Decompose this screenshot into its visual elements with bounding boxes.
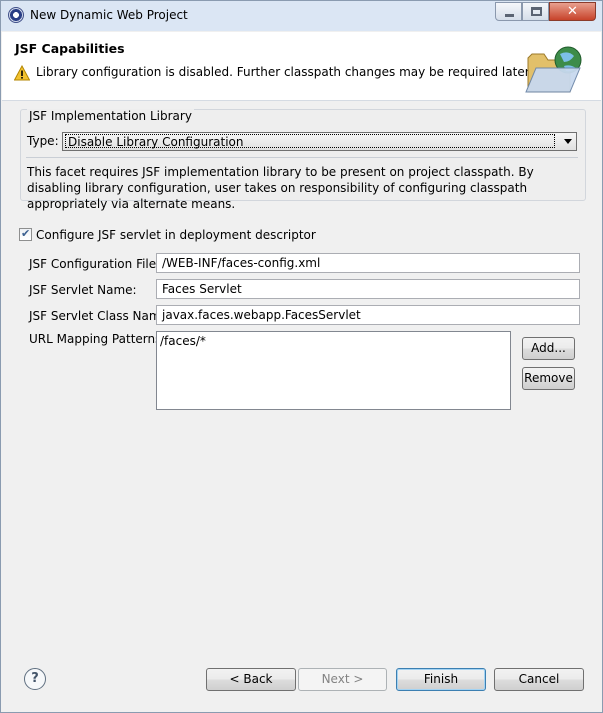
- add-pattern-button[interactable]: Add...: [522, 337, 575, 360]
- page-title: JSF Capabilities: [15, 41, 125, 56]
- close-icon: ✕: [567, 4, 578, 19]
- help-icon[interactable]: ?: [24, 668, 46, 690]
- folder-globe-icon: [525, 46, 582, 93]
- minimize-icon: [505, 14, 514, 17]
- group-separator: [26, 157, 578, 158]
- library-description: This facet requires JSF implementation l…: [27, 165, 534, 211]
- jsf-implementation-group-label: JSF Implementation Library: [27, 109, 194, 123]
- title-bar[interactable]: New Dynamic Web Project ✕: [1, 1, 602, 31]
- wizard-header: JSF Capabilities Library configuration i…: [2, 32, 601, 101]
- warning-icon: [14, 65, 30, 81]
- checkmark-icon: ✔: [21, 227, 31, 240]
- dialog-window: New Dynamic Web Project ✕ JSF Capabiliti…: [0, 0, 603, 713]
- remove-pattern-button[interactable]: Remove: [522, 367, 575, 390]
- configure-servlet-label[interactable]: Configure JSF servlet in deployment desc…: [36, 228, 316, 242]
- maximize-button[interactable]: [522, 2, 549, 21]
- servlet-name-field[interactable]: Faces Servlet: [156, 279, 580, 299]
- servlet-class-label: JSF Servlet Class Name:: [29, 309, 172, 323]
- maximize-icon: [531, 7, 542, 16]
- finish-button[interactable]: Finish: [396, 668, 486, 691]
- eclipse-app-icon: [8, 7, 24, 23]
- configure-servlet-checkbox[interactable]: ✔: [19, 227, 32, 241]
- library-type-value: Disable Library Configuration: [65, 134, 555, 149]
- config-file-label: JSF Configuration File:: [29, 257, 161, 271]
- close-button[interactable]: ✕: [549, 2, 596, 21]
- library-type-select[interactable]: Disable Library Configuration: [62, 132, 577, 151]
- servlet-name-label: JSF Servlet Name:: [29, 283, 137, 297]
- minimize-button[interactable]: [495, 2, 522, 21]
- config-file-field[interactable]: /WEB-INF/faces-config.xml: [156, 253, 580, 273]
- chevron-down-icon[interactable]: [564, 139, 572, 144]
- servlet-class-field[interactable]: javax.faces.webapp.FacesServlet: [156, 305, 580, 325]
- cancel-button[interactable]: Cancel: [494, 668, 584, 691]
- page-message: Library configuration is disabled. Furth…: [36, 65, 533, 79]
- list-item[interactable]: /faces/*: [160, 334, 507, 348]
- window-title: New Dynamic Web Project: [30, 8, 188, 22]
- back-button[interactable]: < Back: [206, 668, 296, 691]
- url-patterns-label: URL Mapping Patterns:: [29, 332, 166, 346]
- next-button[interactable]: Next >: [298, 668, 387, 691]
- url-patterns-list[interactable]: /faces/*: [156, 331, 511, 410]
- type-label: Type:: [27, 134, 59, 148]
